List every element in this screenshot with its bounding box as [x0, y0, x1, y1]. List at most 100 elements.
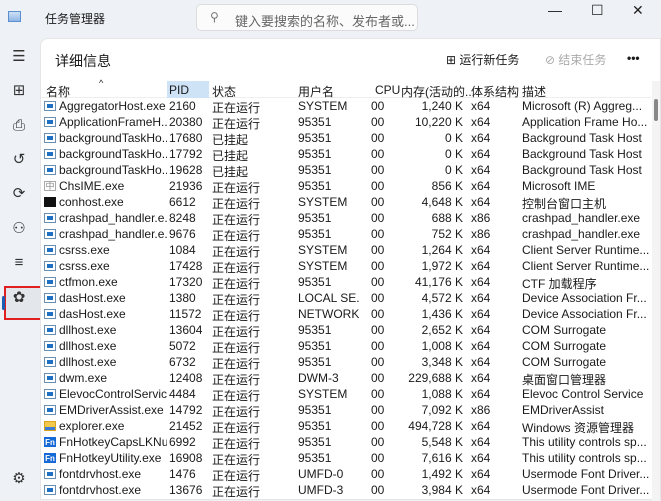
services-icon[interactable]: ✿	[8, 287, 30, 309]
cell-user: 95351	[298, 115, 332, 129]
run-new-task-button[interactable]: ⊞ 运行新任务	[446, 51, 519, 68]
cell-pid: 5072	[169, 339, 196, 353]
cell-memory: 0 K	[444, 131, 463, 145]
cell-memory: 1,240 K	[421, 99, 463, 113]
settings-icon[interactable]: ⚙	[8, 468, 30, 490]
col-pid[interactable]: PID	[169, 83, 189, 97]
cell-name: csrss.exe	[59, 243, 110, 257]
process-icon	[44, 421, 56, 431]
table-row[interactable]: backgroundTaskHo... 17792 已挂起 95351 00 0 Kx64…	[41, 146, 651, 163]
details-icon[interactable]: ≡	[8, 252, 30, 274]
cell-desc: Usermode Font Driver...	[522, 467, 650, 481]
cell-desc: Background Task Host	[522, 147, 642, 161]
cell-user: SYSTEM	[298, 387, 348, 401]
table-row[interactable]: dllhost.exe 13604 正在运行 95351 00 2,652 Kx64 COM…	[41, 322, 651, 339]
cell-pid: 20380	[169, 115, 203, 129]
process-icon	[44, 261, 56, 271]
cell-arch: x64	[471, 371, 491, 385]
cell-desc: Background Task Host	[522, 163, 642, 177]
cell-memory: 5,548 K	[421, 435, 463, 449]
cell-user: 95351	[298, 227, 332, 241]
cell-memory: 3,348 K	[421, 355, 463, 369]
cell-desc: crashpad_handler.exe	[522, 211, 641, 225]
end-task-button[interactable]: ⊘ 结束任务	[545, 51, 606, 68]
cell-memory: 41,176 K	[414, 275, 463, 289]
table-row[interactable]: dllhost.exe 5072 正在运行 95351 00 1,008 Kx64 COM …	[41, 338, 651, 355]
run-task-icon: ⊞	[446, 53, 457, 67]
cell-pid: 2160	[169, 99, 196, 113]
table-row[interactable]: csrss.exe 17428 正在运行 SYSTEM 00 1,972 Kx64 Clie…	[41, 258, 651, 275]
processes-icon[interactable]: ⊞	[8, 80, 30, 102]
cell-pid: 13676	[169, 483, 203, 497]
startup-icon[interactable]: ⟳	[8, 183, 30, 205]
users-icon[interactable]: ⚇	[8, 218, 30, 240]
process-icon	[44, 165, 56, 175]
table-row[interactable]: backgroundTaskHo... 17680 已挂起 95351 00 0 Kx64…	[41, 130, 651, 147]
cell-arch: x64	[471, 99, 491, 113]
cell-pid: 19628	[169, 163, 203, 177]
table-row[interactable]: dllhost.exe 6732 正在运行 95351 00 3,348 Kx64 COM …	[41, 354, 651, 371]
sort-ascending-icon: ^	[99, 78, 104, 88]
table-row[interactable]: ctfmon.exe 17320 正在运行 95351 00 41,176 Kx64 CTF…	[41, 274, 651, 291]
cell-pid: 17680	[169, 131, 203, 145]
process-icon	[44, 149, 56, 159]
cell-desc: Client Server Runtime...	[522, 259, 650, 273]
cell-user: 95351	[298, 419, 332, 433]
table-row[interactable]: backgroundTaskHo... 19628 已挂起 95351 00 0 Kx64…	[41, 162, 651, 179]
table-row[interactable]: conhost.exe 6612 正在运行 SYSTEM 00 4,648 Kx64 控制台…	[41, 194, 651, 211]
scrollbar[interactable]	[652, 81, 660, 501]
table-row[interactable]: ElevocControlServic... 4484 正在运行 SYSTEM 00 1,…	[41, 386, 651, 403]
cell-arch: x64	[471, 259, 491, 273]
process-icon	[44, 469, 56, 479]
table-row[interactable]: crashpad_handler.e... 8248 正在运行 95351 00 688 …	[41, 210, 651, 227]
table-row[interactable]: EMDriverAssist.exe 14792 正在运行 95351 00 7,092 …	[41, 402, 651, 419]
cell-name: FnHotkeyUtility.exe	[59, 451, 162, 465]
cell-desc: Usermode Font Driver...	[522, 483, 650, 497]
table-row[interactable]: Fn FnHotkeyUtility.exe 16908 正在运行 95351 00 7,6…	[41, 450, 651, 467]
cell-user: UMFD-0	[298, 467, 344, 481]
cell-memory: 1,088 K	[421, 387, 463, 401]
scrollbar-thumb[interactable]	[654, 99, 658, 121]
search-input[interactable]: ⚲ 键入要搜索的名称、发布者或...	[196, 4, 418, 31]
menu-icon[interactable]: ☰	[8, 46, 30, 68]
table-row[interactable]: ApplicationFrameH... 20380 正在运行 95351 00 10,2…	[41, 114, 651, 131]
cell-name: dasHost.exe	[59, 307, 126, 321]
more-options-button[interactable]: •••	[627, 51, 640, 65]
cell-pid: 6992	[169, 435, 196, 449]
table-row[interactable]: dasHost.exe11572正在运行NETWORK...001,436 Kx…	[41, 306, 651, 323]
performance-icon[interactable]: ⎙	[8, 115, 30, 137]
table-row[interactable]: crashpad_handler.e... 9676 正在运行 95351 00 752 …	[41, 226, 651, 243]
col-cpu[interactable]: CPU	[375, 83, 400, 97]
cell-user: SYSTEM	[298, 195, 348, 209]
table-row[interactable]: AggregatorHost.exe 2160 正在运行 SYSTEM 00 1,240 …	[41, 98, 651, 115]
process-icon	[44, 277, 56, 287]
cell-name: FnHotkeyCapsLKNu...	[59, 435, 167, 449]
table-row[interactable]: explorer.exe 21452 正在运行 95351 00 494,728 Kx64…	[41, 418, 651, 435]
table-row[interactable]: fontdrvhost.exe 13676 正在运行 UMFD-3 00 3,984 Kx…	[41, 482, 651, 499]
task-manager-icon	[8, 11, 21, 22]
cell-name: EMDriverAssist.exe	[59, 403, 164, 417]
maximize-button[interactable]: ☐	[591, 2, 604, 19]
search-placeholder: 键入要搜索的名称、发布者或...	[235, 14, 415, 29]
app-history-icon[interactable]: ↺	[8, 149, 30, 171]
process-icon	[44, 341, 56, 351]
table-row[interactable]: fontdrvhost.exe 1476 正在运行 UMFD-0 00 1,492 Kx6…	[41, 466, 651, 483]
cell-memory: 0 K	[444, 147, 463, 161]
cell-arch: x86	[471, 211, 491, 225]
cell-memory: 0 K	[444, 163, 463, 177]
table-row[interactable]: Fn FnHotkeyCapsLKNu... 6992 正在运行 95351 00 5,54…	[41, 434, 651, 451]
table-row[interactable]: dasHost.exe 1380 正在运行 LOCAL SE... 00 4,572 Kx…	[41, 290, 651, 307]
table-row[interactable]: dwm.exe 12408 正在运行 DWM-3 00 229,688 Kx64 桌面窗口管…	[41, 370, 651, 387]
cell-arch: x64	[471, 339, 491, 353]
minimize-button[interactable]: —	[548, 2, 562, 18]
cell-arch: x86	[471, 403, 491, 417]
table-row[interactable]: 中 ChsIME.exe 21936 正在运行 95351 00 856 Kx64 Micro…	[41, 178, 651, 195]
cell-pid: 14792	[169, 403, 203, 417]
close-button[interactable]: ✕	[632, 2, 644, 19]
cell-memory: 3,984 K	[421, 483, 463, 497]
cell-memory: 2,652 K	[421, 323, 463, 337]
cell-pid: 6612	[169, 195, 196, 209]
process-icon	[44, 229, 56, 239]
cell-pid: 12408	[169, 371, 203, 385]
table-row[interactable]: csrss.exe 1084 正在运行 SYSTEM 00 1,264 Kx64 Clien…	[41, 242, 651, 259]
